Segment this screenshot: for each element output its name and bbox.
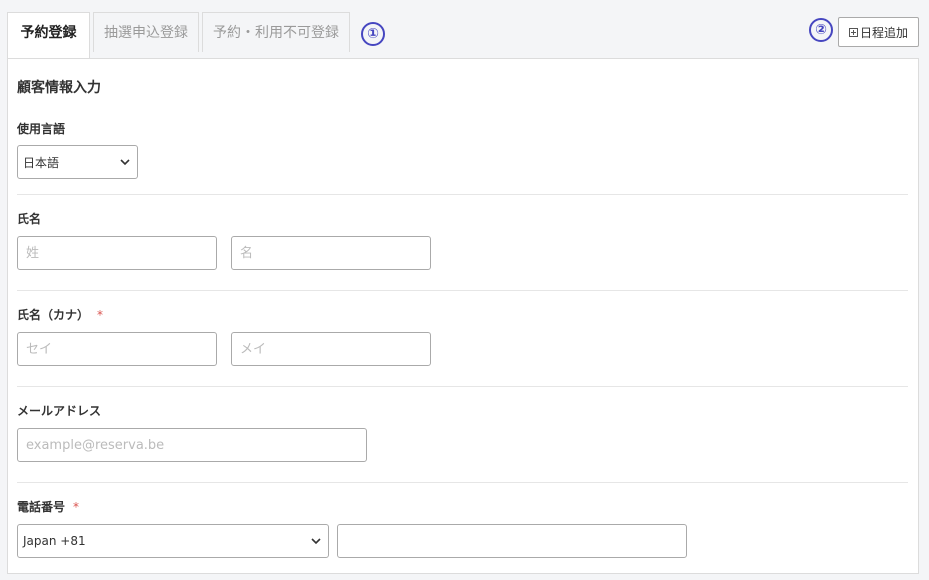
customer-info-panel: 顧客情報入力 使用言語 日本語 氏名 氏名（カナ） * メールアドレス 電話番号 *…: [7, 58, 919, 574]
phone-number-input[interactable]: [337, 524, 687, 558]
last-name-kana-input[interactable]: [17, 332, 217, 366]
language-select-value: 日本語: [23, 155, 60, 170]
divider: [17, 194, 908, 195]
page-title: 顧客情報入力: [17, 80, 101, 96]
add-date-button[interactable]: 日程追加: [838, 17, 919, 47]
first-name-input[interactable]: [231, 236, 431, 270]
kana-label: 氏名（カナ） *: [17, 306, 103, 323]
divider: [17, 290, 908, 291]
tab-reservation[interactable]: 予約登録: [7, 12, 90, 59]
email-label: メールアドレス: [17, 404, 102, 418]
first-name-kana-input[interactable]: [231, 332, 431, 366]
language-label: 使用言語: [17, 122, 66, 136]
language-select[interactable]: 日本語: [17, 145, 138, 179]
phone-label-text: 電話番号: [17, 500, 66, 514]
chevron-down-icon: [311, 538, 321, 545]
country-code-select[interactable]: Japan +81: [17, 524, 329, 558]
tab-lottery-application[interactable]: 抽選申込登録: [93, 12, 199, 52]
country-code-value: Japan +81: [23, 534, 86, 548]
required-mark: *: [73, 500, 80, 514]
phone-label: 電話番号 *: [17, 498, 79, 515]
kana-label-text: 氏名（カナ）: [17, 308, 90, 322]
required-mark: *: [97, 308, 104, 322]
chevron-down-icon: [120, 159, 130, 166]
divider: [17, 386, 908, 387]
annotation-marker-2: ②: [809, 18, 833, 42]
plus-square-icon: [848, 27, 858, 37]
tab-bar: 予約登録 抽選申込登録 予約・利用不可登録 ① ② 日程追加: [0, 0, 929, 59]
tab-unavailable-registration[interactable]: 予約・利用不可登録: [202, 12, 350, 52]
divider: [17, 482, 908, 483]
annotation-marker-1: ①: [361, 22, 385, 46]
add-date-label: 日程追加: [859, 25, 908, 40]
name-label: 氏名: [17, 212, 42, 226]
last-name-input[interactable]: [17, 236, 217, 270]
email-field[interactable]: [17, 428, 367, 462]
